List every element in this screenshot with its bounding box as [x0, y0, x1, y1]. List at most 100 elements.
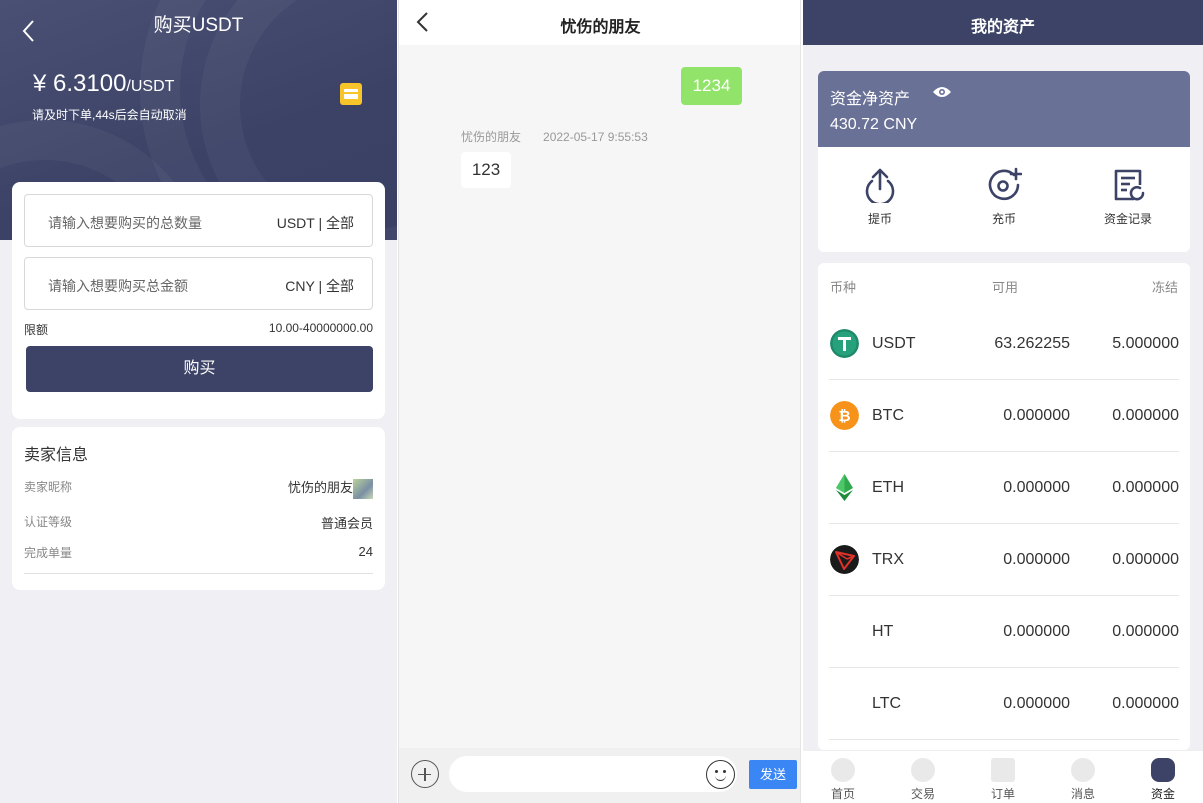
chat-panel: 忧伤的朋友 1234 忧伤的朋友 2022-05-17 9:55:53 123 发… — [398, 0, 801, 803]
coin-name: USDT — [872, 335, 916, 352]
coin-available: 0.000000 — [1003, 407, 1070, 424]
eth-icon — [836, 474, 853, 501]
deposit-icon — [988, 167, 1022, 201]
seller-avatar — [353, 478, 373, 499]
unit-price: ¥ 6.3100/USDT — [33, 70, 174, 98]
amount-all-button[interactable]: 全部 — [326, 278, 354, 294]
emoji-eye — [723, 770, 726, 773]
coin-row-ht[interactable]: HT 0.000000 0.000000 — [829, 596, 1179, 668]
plus-icon[interactable] — [411, 760, 439, 788]
tab-trade[interactable]: 交易 — [883, 751, 963, 803]
coin-row-ltc[interactable]: LTC 0.000000 0.000000 — [829, 668, 1179, 740]
page-title: 购买USDT — [153, 15, 244, 36]
amount-placeholder: 请输入想要购买总金额 — [48, 278, 188, 294]
eye-icon[interactable] — [932, 85, 952, 99]
buy-form: 请输入想要购买的总数量 USDT | 全部 请输入想要购买总金额 CNY | 全… — [12, 182, 385, 419]
messages-icon — [1071, 758, 1095, 782]
assets-header: 我的资产 — [803, 0, 1203, 45]
limit-value: 10.00-40000000.00 — [268, 321, 373, 335]
column-available: 可用 — [992, 280, 1019, 295]
tab-orders[interactable]: 订单 — [963, 751, 1043, 803]
trx-icon — [830, 545, 859, 574]
deposit-button[interactable]: 充币 — [964, 167, 1044, 237]
tab-home[interactable]: 首页 — [803, 751, 883, 803]
emoji-icon[interactable] — [706, 760, 735, 789]
emoji-mouth — [715, 775, 726, 781]
records-button[interactable]: 资金记录 — [1088, 167, 1168, 237]
buy-button[interactable]: 购买 — [26, 346, 373, 392]
seller-nickname: 忧伤的朋友 — [288, 477, 373, 499]
seller-level-label: 认证等级 — [24, 515, 73, 529]
emoji-eye — [715, 770, 718, 773]
net-assets-card: 资金净资产 430.72 CNY — [818, 71, 1190, 147]
price-unit: /USDT — [126, 78, 175, 95]
column-coin: 币种 — [830, 280, 857, 295]
coin-frozen: 0.000000 — [1112, 479, 1179, 496]
chat-input-bar: 发送 — [399, 748, 800, 803]
coin-frozen: 5.000000 — [1112, 335, 1179, 352]
coin-row-btc[interactable]: ₿ BTC 0.000000 0.000000 — [829, 380, 1179, 452]
coin-frozen: 0.000000 — [1112, 407, 1179, 424]
coin-name: TRX — [872, 551, 904, 568]
coin-frozen: 0.000000 — [1112, 623, 1179, 640]
coin-row-trx[interactable]: TRX 0.000000 0.000000 — [829, 524, 1179, 596]
records-icon — [1114, 169, 1145, 201]
quantity-unit-label: USDT — [276, 215, 315, 231]
withdraw-button[interactable]: 提币 — [840, 167, 920, 237]
separator: | — [318, 215, 323, 231]
withdraw-icon — [865, 168, 895, 203]
message-input[interactable] — [449, 756, 737, 792]
chat-title: 忧伤的朋友 — [560, 19, 641, 36]
payment-card-icon[interactable] — [340, 83, 362, 105]
coin-list: 币种 可用 冻结 USDT 63.262255 5.000000 ₿ BTC 0… — [818, 263, 1190, 750]
column-frozen: 冻结 — [1151, 280, 1178, 295]
seller-info-title: 卖家信息 — [24, 447, 89, 464]
seller-nickname-text: 忧伤的朋友 — [287, 480, 353, 495]
coin-available: 0.000000 — [1003, 479, 1070, 496]
svg-text:₿: ₿ — [838, 407, 850, 425]
coin-available: 0.000000 — [1003, 623, 1070, 640]
coin-name: HT — [872, 623, 894, 640]
bottom-tab-bar: 首页 交易 订单 消息 资金 — [803, 750, 1203, 803]
message-meta: 忧伤的朋友 2022-05-17 9:55:53 — [461, 128, 648, 145]
chat-header: 忧伤的朋友 — [399, 0, 800, 45]
seller-orders: 24 — [358, 544, 373, 559]
order-timeout-tip: 请及时下单,44s后会自动取消 — [32, 108, 187, 122]
coin-frozen: 0.000000 — [1112, 695, 1179, 712]
amount-input[interactable]: 请输入想要购买总金额 CNY | 全部 — [24, 257, 373, 310]
coin-available: 0.000000 — [1003, 551, 1070, 568]
tab-label: 订单 — [990, 787, 1015, 801]
tab-label: 交易 — [910, 787, 935, 801]
net-assets-value: 430.72 CNY — [830, 116, 918, 133]
divider — [24, 573, 373, 574]
btc-icon: ₿ — [830, 401, 859, 430]
coin-name: LTC — [872, 695, 902, 712]
tab-messages[interactable]: 消息 — [1043, 751, 1123, 803]
quantity-all-button[interactable]: 全部 — [326, 215, 354, 231]
coin-row-usdt[interactable]: USDT 63.262255 5.000000 — [829, 308, 1179, 380]
seller-info-card: 卖家信息 卖家昵称 忧伤的朋友 认证等级 普通会员 完成单量 24 — [12, 427, 385, 590]
amount-unit: CNY | 全部 — [285, 276, 354, 296]
coin-name: BTC — [872, 407, 904, 424]
quantity-input[interactable]: 请输入想要购买的总数量 USDT | 全部 — [24, 194, 373, 247]
message-time: 2022-05-17 9:55:53 — [543, 130, 648, 144]
coin-frozen: 0.000000 — [1112, 551, 1179, 568]
coin-row-eth[interactable]: ETH 0.000000 0.000000 — [829, 452, 1179, 524]
price-value: ¥ 6.3100 — [33, 70, 127, 97]
quantity-placeholder: 请输入想要购买的总数量 — [48, 215, 202, 231]
other-message-bubble: 123 — [461, 152, 511, 188]
coin-available: 63.262255 — [994, 335, 1070, 352]
quantity-unit: USDT | 全部 — [277, 213, 354, 233]
limit-label: 限额 — [24, 323, 49, 337]
tab-label: 资金 — [1150, 787, 1175, 801]
funds-icon — [1151, 758, 1175, 782]
seller-nickname-label: 卖家昵称 — [24, 480, 73, 494]
assets-title: 我的资产 — [970, 19, 1035, 36]
seller-level: 普通会员 — [320, 516, 373, 531]
tab-funds[interactable]: 资金 — [1123, 751, 1203, 803]
home-icon — [831, 758, 855, 782]
message-sender: 忧伤的朋友 — [461, 130, 522, 144]
tab-label: 首页 — [830, 787, 855, 801]
send-button[interactable]: 发送 — [749, 760, 797, 789]
my-message-bubble: 1234 — [681, 67, 742, 105]
